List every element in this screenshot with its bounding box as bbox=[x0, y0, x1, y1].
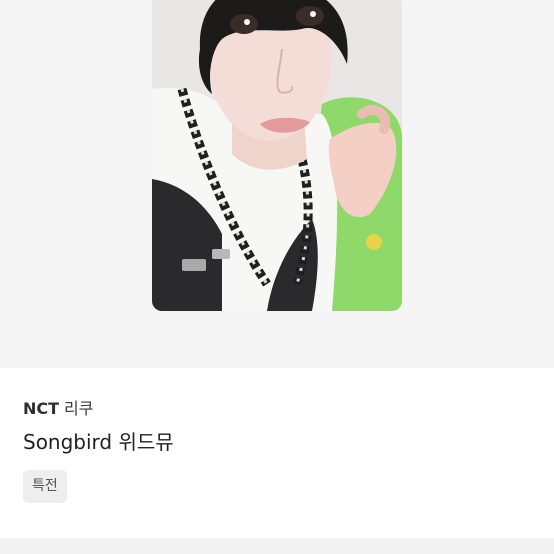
photocard-illustration bbox=[152, 0, 402, 311]
member-name: 리쿠 bbox=[64, 399, 94, 418]
artist-name[interactable]: NCT bbox=[23, 399, 59, 418]
product-detail-screen: NCT 리쿠 Songbird 위드뮤 특전 bbox=[0, 0, 554, 554]
benefit-tag: 특전 bbox=[23, 470, 67, 503]
product-title: Songbird 위드뮤 bbox=[23, 430, 174, 454]
section-divider bbox=[0, 538, 554, 554]
artist-member-line: NCT 리쿠 bbox=[23, 399, 94, 419]
product-info: NCT 리쿠 Songbird 위드뮤 특전 bbox=[0, 368, 554, 538]
product-image-area[interactable] bbox=[0, 0, 554, 368]
photocard-image bbox=[152, 0, 402, 311]
